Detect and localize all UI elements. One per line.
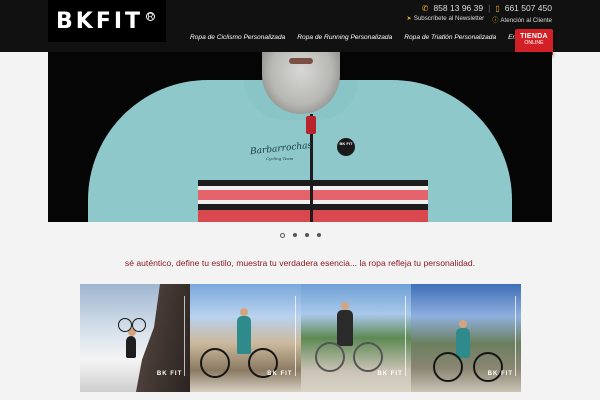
carousel-dot[interactable] <box>317 233 321 237</box>
registered-mark: R <box>146 11 156 21</box>
gallery-tile[interactable]: BK FIT <box>80 284 191 392</box>
bike-wheel <box>432 352 463 382</box>
customer-service-link[interactable]: ⓘ Atención al Cliente <box>492 15 552 24</box>
person-figure <box>237 316 252 354</box>
site-header: BKFIT R ✆ 858 13 96 39 | ▯ 661 507 450 ➤… <box>0 0 600 55</box>
bike-wheel <box>118 318 132 332</box>
hero-banner[interactable]: Barbarrochas Cycling Team BK FIT <box>48 52 552 222</box>
gallery-tile[interactable]: BK FIT <box>300 284 411 392</box>
utility-links: ➤ Subscríbete al Newsletter ⓘ Atención al … <box>407 15 552 24</box>
jersey-stripe <box>198 210 428 222</box>
jersey-stripe <box>198 190 428 200</box>
info-icon: ⓘ <box>492 17 499 24</box>
logo-text: BKFIT <box>56 8 144 34</box>
main-nav: Ropa de Ciclismo Personalizada Ropa de R… <box>190 34 535 41</box>
zipper-pull <box>306 116 316 134</box>
tile-logo: BK FIT <box>156 371 183 377</box>
tile-divider <box>184 296 186 376</box>
nav-item-running[interactable]: Ropa de Running Personalizada <box>297 34 392 41</box>
newsletter-label: Subscríbete al Newsletter <box>413 15 485 22</box>
photo-gallery: BK FIT BK FIT BK FIT BK FIT <box>80 284 521 392</box>
carousel-indicators <box>280 232 321 238</box>
bike-wheel <box>352 342 383 372</box>
mouth-image <box>289 58 313 64</box>
contact-phones: ✆ 858 13 96 39 | ▯ 661 507 450 <box>422 3 552 13</box>
bike-wheel <box>132 318 146 332</box>
phone-number-1[interactable]: 858 13 96 39 <box>433 3 483 13</box>
carousel-dot[interactable] <box>305 233 309 237</box>
mobile-icon: ▯ <box>495 3 500 13</box>
person-figure <box>126 336 136 358</box>
newsletter-link[interactable]: ➤ Subscríbete al Newsletter <box>407 15 485 24</box>
jersey-badge: BK FIT <box>337 138 355 156</box>
shop-button-line1: TIENDA <box>520 33 548 40</box>
phone-icon: ✆ <box>421 3 429 13</box>
tagline: sé auténtico, define tu estilo, muestra … <box>124 258 476 268</box>
tile-logo: BK FIT <box>267 371 293 377</box>
nav-item-triatlon[interactable]: Ropa de Triatlón Personalizada <box>404 34 496 41</box>
phone-number-2[interactable]: 661 507 450 <box>505 3 552 13</box>
tile-divider <box>404 296 406 376</box>
person-head <box>458 320 467 328</box>
divider: | <box>488 3 491 13</box>
bike-wheel <box>314 342 345 372</box>
tile-logo: BK FIT <box>487 371 513 377</box>
tile-logo: BK FIT <box>377 371 403 377</box>
person-figure <box>455 328 470 358</box>
nav-item-ciclismo[interactable]: Ropa de Ciclismo Personalizada <box>190 34 285 41</box>
gallery-tile[interactable]: BK FIT <box>190 284 301 392</box>
shop-button-line2: ONLINE <box>524 40 544 46</box>
jersey-subscript: Cycling Team <box>266 156 294 161</box>
person-figure <box>336 310 353 346</box>
carousel-dot[interactable] <box>280 232 285 238</box>
gallery-tile[interactable]: BK FIT <box>410 284 521 392</box>
customer-service-label: Atención al Cliente <box>500 17 552 24</box>
tile-divider <box>515 296 516 376</box>
person-head <box>340 302 349 310</box>
tile-divider <box>294 296 296 376</box>
paper-plane-icon: ➤ <box>406 15 412 22</box>
carousel-dot[interactable] <box>293 233 297 237</box>
logo[interactable]: BKFIT R <box>48 0 166 42</box>
